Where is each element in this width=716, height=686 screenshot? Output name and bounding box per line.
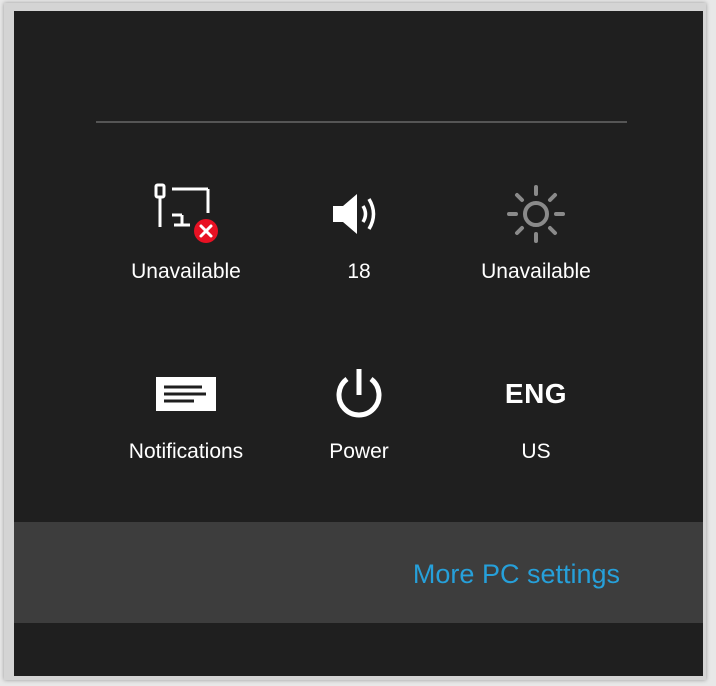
top-divider <box>96 121 627 123</box>
volume-tile[interactable]: 18 <box>274 179 444 309</box>
brightness-status-label: Unavailable <box>481 260 591 283</box>
language-region-label: US <box>521 440 551 463</box>
network-status-label: Unavailable <box>131 260 241 283</box>
power-icon <box>319 359 399 429</box>
more-pc-settings-link[interactable]: More PC settings <box>413 558 620 590</box>
power-tile[interactable]: Power <box>274 359 444 489</box>
footer-bar: More PC settings <box>14 522 703 623</box>
network-tile[interactable]: Unavailable <box>101 179 271 309</box>
language-tile[interactable]: ENG US <box>451 359 621 489</box>
notifications-label: Notifications <box>128 440 244 463</box>
window-frame: Unavailable 18 Unavailable Notifications… <box>4 3 706 680</box>
network-unavailable-icon <box>146 179 226 249</box>
speaker-icon <box>319 179 399 249</box>
language-code: ENG <box>496 359 576 429</box>
notifications-icon <box>146 359 226 429</box>
power-label: Power <box>329 440 389 463</box>
brightness-icon <box>496 179 576 249</box>
settings-panel: Unavailable 18 Unavailable Notifications… <box>14 11 703 676</box>
volume-level-label: 18 <box>347 260 371 283</box>
language-code-text: ENG <box>504 378 568 409</box>
notifications-tile[interactable]: Notifications <box>101 359 271 489</box>
brightness-tile[interactable]: Unavailable <box>451 179 621 309</box>
